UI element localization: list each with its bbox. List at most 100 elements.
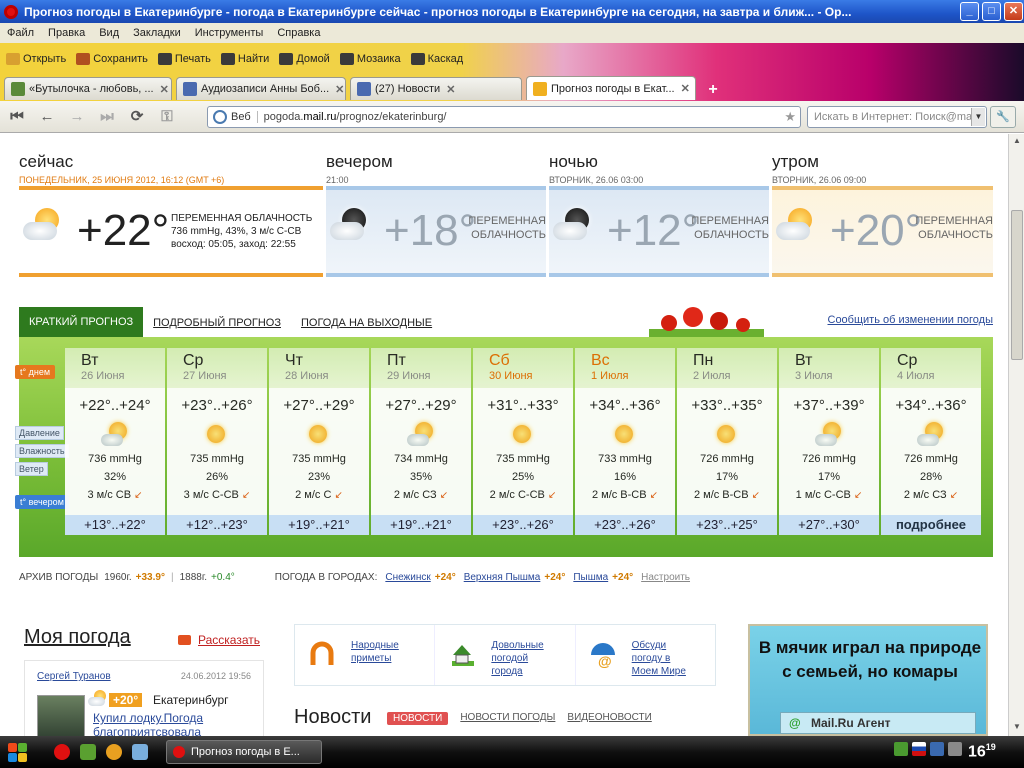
wind-value: 3 м/с СВ	[87, 489, 132, 501]
print-icon	[157, 53, 172, 65]
new-tab-button[interactable]: +	[702, 80, 724, 100]
taskbar-opera-task[interactable]: Прогноз погоды в Е...	[166, 740, 322, 764]
windows-start-icon[interactable]	[6, 741, 30, 763]
address-bar[interactable]: Веб pogoda.mail.ru/prognoz/ekaterinburg/…	[207, 106, 801, 128]
scroll-down-icon[interactable]: ▼	[1011, 722, 1023, 734]
post-text[interactable]: Купил лодку.Погода благоприятсвовала	[93, 711, 263, 736]
city-link-pyshma[interactable]: Пышма	[573, 572, 608, 583]
close-button[interactable]: ✕	[1004, 2, 1023, 21]
maximize-button[interactable]: □	[982, 2, 1001, 21]
pressure-label: Давление	[15, 426, 64, 440]
search-dropdown-icon[interactable]: ▼	[971, 108, 985, 126]
notify-weather-change-link[interactable]: Сообщить об изменении погоды	[828, 314, 994, 326]
tray-app-icon[interactable]	[894, 742, 908, 756]
now-details: ПЕРЕМЕННАЯ ОБЛАЧНОСТЬ 736 mmHg, 43%, 3 м…	[171, 212, 312, 251]
save-button[interactable]: Сохранить	[76, 53, 148, 65]
author-link[interactable]: Сергей Туранов	[37, 671, 111, 682]
tab-detailed-forecast[interactable]: ПОДРОБНЫЙ ПРОГНОЗ	[143, 309, 291, 337]
opera-quicklaunch-icon[interactable]	[54, 744, 70, 760]
forecast-day[interactable]: Ср 27 Июня +23°..+26° 735 mmHg 26% 3 м/с С-СВ…	[167, 348, 267, 516]
promo-links: Народные приметы Довольные погодой город…	[294, 624, 716, 686]
fast-forward-button[interactable]: ⏭	[94, 106, 120, 128]
tab-video-news[interactable]: ВИДЕОНОВОСТИ	[567, 712, 651, 725]
reload-button[interactable]: ⟳	[124, 106, 150, 128]
menu-file[interactable]: Файл	[0, 27, 41, 39]
tab-news-all[interactable]: НОВОСТИ	[387, 712, 449, 725]
search-input[interactable]: Искать в Интернет: Поиск@mail ▼	[807, 106, 987, 128]
tab-favicon-icon	[183, 82, 197, 96]
tab-weather[interactable]: Прогноз погоды в Екат... ✕	[526, 76, 696, 100]
mosaic-button[interactable]: Мозаика	[339, 53, 401, 65]
menu-help[interactable]: Справка	[270, 27, 327, 39]
system-tray	[894, 742, 966, 756]
bookmark-star-icon[interactable]: ★	[784, 109, 796, 125]
cascade-button[interactable]: Каскад	[410, 53, 464, 65]
browser-window: Прогноз погоды в Екатеринбурге - погода …	[0, 0, 1024, 768]
tab-short-forecast[interactable]: КРАТКИЙ ПРОГНОЗ	[19, 307, 144, 337]
my-weather-title[interactable]: Моя погода	[24, 626, 131, 649]
city-link-verkhnyaya-pyshma[interactable]: Верхняя Пышма	[464, 572, 541, 583]
news-title: Новости	[294, 706, 372, 728]
rewind-button[interactable]: ⏮	[4, 106, 30, 128]
tab-news[interactable]: (27) Новости ✕	[350, 77, 522, 100]
folder-quicklaunch-icon[interactable]	[132, 744, 148, 760]
forecast-day[interactable]: Сб 30 Июня +31°..+33° 735 mmHg 25% 2 м/с С-СВ…	[473, 348, 573, 516]
more-details-link[interactable]: подробнее	[881, 515, 981, 535]
tab-close-icon[interactable]: ✕	[681, 82, 690, 95]
now-bottom-line	[19, 273, 323, 277]
key-icon[interactable]: ⚿	[154, 106, 180, 128]
app-quicklaunch-icon[interactable]	[80, 744, 96, 760]
forecast-day[interactable]: Пт 29 Июня +27°..+29° 734 mmHg 35% 2 м/с СЗ ↙	[371, 348, 471, 516]
address-web-label: Веб	[231, 111, 258, 123]
vertical-scrollbar[interactable]: ▲ ▼	[1008, 134, 1024, 736]
forecast-day[interactable]: Чт 28 Июня +27°..+29° 735 mmHg 23% 2 м/с С ↙	[269, 348, 369, 516]
language-ru-icon[interactable]	[912, 742, 926, 756]
advertisement-banner[interactable]: В мячик играл на природе с семьей, но ко…	[748, 624, 988, 736]
volume-icon[interactable]	[948, 742, 962, 756]
scroll-thumb[interactable]	[1011, 210, 1023, 360]
menu-edit[interactable]: Правка	[41, 27, 92, 39]
tab-bottle[interactable]: «Бутылочка - любовь, ... ✕	[4, 77, 172, 100]
now-condition: ПЕРЕМЕННАЯ ОБЛАЧНОСТЬ	[915, 214, 993, 242]
menu-bookmarks[interactable]: Закладки	[126, 27, 188, 39]
forecast-day[interactable]: Вт 3 Июля +37°..+39° 726 mmHg 17% 1 м/с С-СВ …	[779, 348, 879, 516]
promo-happy-cities[interactable]: Довольные погодой города	[435, 625, 576, 685]
find-button[interactable]: Найти	[220, 53, 269, 65]
wrench-icon[interactable]: 🔧	[990, 106, 1016, 128]
menu-tools[interactable]: Инструменты	[188, 27, 271, 39]
promo-folk-signs[interactable]: Народные приметы	[295, 625, 436, 685]
post-date: 24.06.2012 19:56	[180, 671, 251, 681]
tab-close-icon[interactable]: ✕	[160, 83, 169, 96]
forecast-day[interactable]: Вт 26 Июня +22°..+24° 736 mmHg 32% 3 м/с СВ ↙	[65, 348, 165, 516]
city-link-snezhinsk[interactable]: Снежинск	[385, 572, 430, 583]
tab-close-icon[interactable]: ✕	[446, 83, 455, 96]
clock[interactable]: 1619	[968, 742, 996, 761]
network-icon[interactable]	[930, 742, 944, 756]
tab-news-weather[interactable]: НОВОСТИ ПОГОДЫ	[460, 712, 555, 725]
scroll-up-icon[interactable]: ▲	[1011, 136, 1023, 148]
promo-discuss[interactable]: @ Обсуди погоду в Моем Мире	[576, 625, 715, 685]
open-button[interactable]: Открыть	[6, 53, 66, 65]
menu-view[interactable]: Вид	[92, 27, 126, 39]
wind-value: 3 м/с С-СВ	[183, 489, 239, 501]
humidity-label: Влажность	[15, 444, 69, 458]
back-button[interactable]: ←	[34, 106, 60, 128]
forecast-day[interactable]: Вс 1 Июля +34°..+36° 733 mmHg 16% 2 м/с В-СВ …	[575, 348, 675, 516]
evening-temp: +13°..+22°	[65, 515, 165, 535]
now-temp: +18°	[384, 206, 477, 255]
minimize-button[interactable]: _	[960, 2, 979, 21]
tab-weekend-forecast[interactable]: ПОГОДА НА ВЫХОДНЫЕ	[291, 309, 442, 337]
user-photo[interactable]	[37, 695, 85, 736]
tab-close-icon[interactable]: ✕	[335, 83, 344, 96]
configure-link[interactable]: Настроить	[641, 572, 690, 583]
forecast-day[interactable]: Пн 2 Июля +33°..+35° 726 mmHg 17% 2 м/с В-СВ …	[677, 348, 777, 516]
cascade-label: Каскад	[427, 53, 464, 65]
forecast-day[interactable]: Ср 4 Июля +34°..+36° 726 mmHg 28% 2 м/с СЗ ↙	[881, 348, 981, 516]
aimp-quicklaunch-icon[interactable]	[106, 744, 122, 760]
forward-button[interactable]: →	[64, 106, 90, 128]
home-button[interactable]: Домой	[279, 53, 330, 65]
print-button[interactable]: Печать	[157, 53, 211, 65]
tab-label: Аудиозаписи Анны Боб...	[201, 83, 330, 95]
tell-link[interactable]: Рассказать	[178, 633, 260, 647]
tab-audio[interactable]: Аудиозаписи Анны Боб... ✕	[176, 77, 346, 100]
